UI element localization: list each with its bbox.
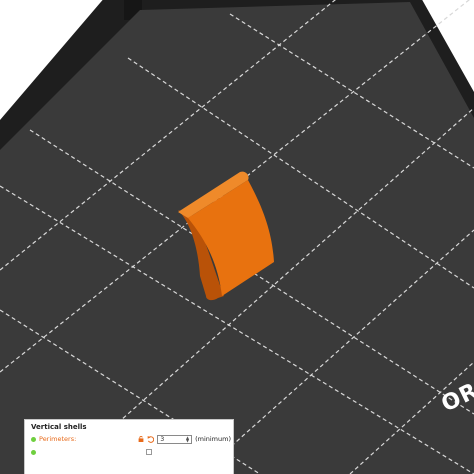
perimeters-unit: (minimum) xyxy=(195,435,231,443)
section-title: Vertical shells xyxy=(31,423,87,431)
setting-row-perimeters: Perimeters: 3 ▲ ▼ (minimum) xyxy=(31,433,231,445)
unlock-icon[interactable] xyxy=(138,436,144,442)
settings-panel: Vertical shells Perimeters: 3 ▲ ▼ (minimu… xyxy=(24,419,234,474)
undo-arrow-icon[interactable] xyxy=(147,435,155,443)
setting-row-next xyxy=(31,446,231,458)
viewport-canvas[interactable]: ORI xyxy=(0,0,474,474)
spin-arrows-icon[interactable]: ▲ ▼ xyxy=(186,436,189,443)
perimeters-value: 3 xyxy=(160,435,165,443)
simple-mode-dot-icon xyxy=(31,436,36,442)
next-setting-checkbox[interactable] xyxy=(146,449,152,455)
perimeters-input[interactable]: 3 ▲ ▼ xyxy=(157,434,193,444)
3d-viewport[interactable]: ORI xyxy=(0,0,474,474)
simple-mode-dot-icon xyxy=(31,449,36,455)
perimeters-label: Perimeters: xyxy=(39,435,77,443)
